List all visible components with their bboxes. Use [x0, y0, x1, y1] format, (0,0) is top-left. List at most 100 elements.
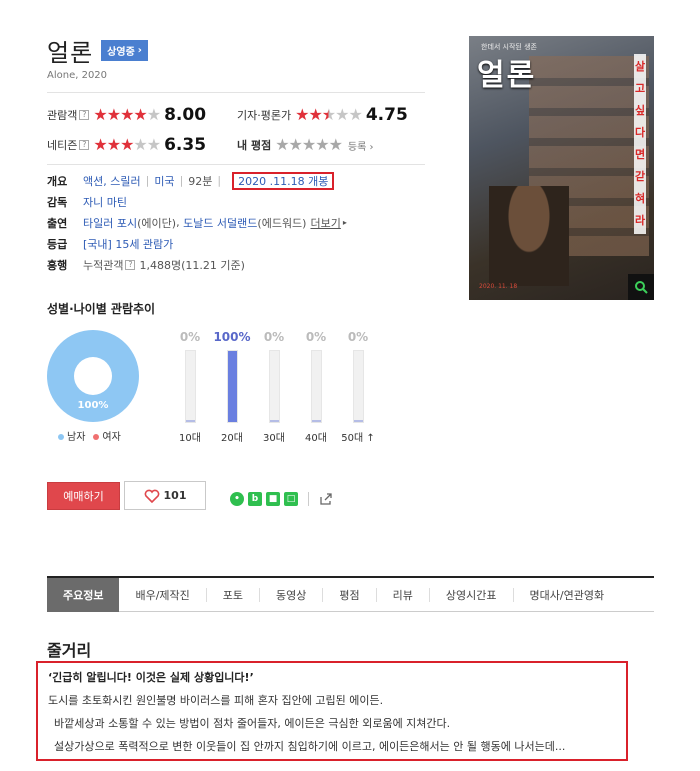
info-row-grade: 등급 [국내] 15세 관람가	[47, 233, 427, 254]
tab-3[interactable]: 동영상	[260, 587, 324, 602]
critics-score: 4.75	[365, 105, 408, 125]
plot-line: 도시를 초토화시킨 원인불명 바이러스를 피해 혼자 집안에 고립된 에이든.	[48, 694, 384, 707]
netizen-stars: ★★★★★	[93, 135, 161, 154]
rating-row-1: 관람객 ? ★★★★★ 8.00 기자·평론가 ★★★★★ 4.75	[47, 100, 427, 130]
grade-link[interactable]: [국내] 15세 관람가	[83, 236, 173, 252]
divider	[47, 92, 425, 93]
divider	[47, 164, 425, 165]
critics-stars: ★★★★★	[295, 105, 363, 124]
chevron-right-icon: ›	[137, 45, 142, 56]
info-row-director: 감독 자니 마틴	[47, 191, 427, 212]
status-badge-label: 상영중	[107, 47, 135, 58]
cast-key: 출연	[47, 216, 68, 230]
age-bar-4: 0% 50대 ↑	[338, 330, 378, 444]
poster-side-char: 면	[634, 148, 646, 161]
divider	[308, 492, 309, 506]
age-pct-label: 0%	[179, 330, 201, 344]
release-date[interactable]: 2020 .11.18 개봉	[232, 171, 335, 190]
legend-male: 남자	[58, 428, 85, 443]
poster-side-char: 다	[634, 126, 646, 139]
movie-poster[interactable]: 한데서 시작된 생존 얼론 살고싶다면갇혀라 2020. 11. 18	[469, 36, 654, 300]
age-bar-track	[352, 350, 364, 423]
tab-1[interactable]: 배우/제작진	[119, 587, 207, 602]
like-button[interactable]: 101	[124, 481, 206, 510]
magnifier-icon	[635, 281, 648, 294]
age-bar-3: 0% 40대	[296, 330, 336, 444]
cast-1-role: (에이단)	[137, 216, 177, 230]
genre-link[interactable]: 액션, 스릴러	[83, 173, 141, 189]
help-icon[interactable]: ?	[79, 110, 90, 120]
age-bar-0: 0% 10대	[170, 330, 210, 444]
audience-stars: ★★★★★	[93, 105, 161, 124]
share-icon[interactable]	[319, 492, 333, 506]
gender-pct-label: 100%	[77, 400, 109, 411]
movie-info: 개요 액션, 스릴러 | 미국 | 92분 | 2020 .11.18 개봉 감…	[47, 170, 427, 275]
age-bar-track	[184, 350, 196, 423]
age-label: 20대	[221, 433, 243, 444]
age-bar-fill	[353, 419, 363, 422]
info-tabs: 주요정보 배우/제작진 포토 동영상 평점 리뷰 상영시간표 명대사/연관영화	[47, 576, 654, 612]
age-bar-track	[268, 350, 280, 423]
tab-7[interactable]: 명대사/연관영화	[514, 588, 621, 602]
poster-side-char: 라	[634, 214, 646, 227]
age-bar-fill	[311, 419, 321, 422]
title-row: 얼론 상영중 ›	[47, 33, 148, 68]
my-rating-stars[interactable]: ★★★★★	[275, 137, 343, 153]
director-key: 감독	[47, 195, 68, 209]
director-link[interactable]: 자니 마틴	[83, 194, 127, 210]
help-icon[interactable]: ?	[79, 140, 90, 150]
age-label: 10대	[179, 433, 201, 444]
share-bar: • b ■ □	[230, 492, 333, 506]
poster-title: 얼론	[477, 58, 537, 93]
tab-6[interactable]: 상영시간표	[430, 587, 514, 602]
age-bar-2: 0% 30대	[254, 330, 294, 444]
gender-donut-chart: 100%	[47, 330, 139, 422]
age-label: 50대 ↑	[341, 433, 375, 444]
tab-0[interactable]: 주요정보	[47, 577, 120, 612]
netizen-label: 네티즌	[47, 139, 78, 152]
zoom-button[interactable]	[628, 274, 654, 300]
poster-side-text: 살고싶다면갇혀라	[634, 54, 646, 234]
cast-1-link[interactable]: 타일러 포시	[83, 215, 137, 231]
blog-share-icon[interactable]: ■	[266, 492, 280, 506]
info-row-cast: 출연 타일러 포시 (에이단), 도날드 서덜랜드 (에드워드) 더보기 ▸	[47, 215, 347, 231]
ratings-section: 관람객 ? ★★★★★ 8.00 기자·평론가 ★★★★★ 4.75 네티즌 ?…	[47, 100, 427, 160]
cast-2-link[interactable]: 도날드 서덜랜드	[183, 215, 257, 231]
caret-right-icon: ▸	[342, 218, 347, 227]
critics-label: 기자·평론가	[237, 109, 292, 122]
poster-figure	[489, 186, 569, 286]
age-bar-fill	[269, 419, 279, 422]
age-label: 30대	[263, 433, 285, 444]
age-pct-label: 0%	[263, 330, 285, 344]
age-bar-track	[226, 350, 238, 423]
boxoffice-label: 누적관객	[83, 258, 124, 272]
age-bar-track	[310, 350, 322, 423]
plot-lead: ‘긴급히 알립니다! 이것은 실제 상황입니다!’	[48, 671, 254, 684]
info-row-overview: 개요 액션, 스릴러 | 미국 | 92분 | 2020 .11.18 개봉	[47, 170, 427, 191]
audience-rating: 관람객 ? ★★★★★ 8.00	[47, 105, 237, 125]
poster-side-char: 고	[634, 82, 646, 95]
demographics-title: 성별·나이별 관람추이	[47, 302, 156, 316]
poster-date: 2020. 11. 18	[479, 283, 518, 290]
cafe-share-icon[interactable]: □	[284, 492, 298, 506]
boxoffice-value: 1,488명(11.21 기준)	[139, 258, 245, 272]
movie-title: 얼론	[47, 39, 94, 67]
tab-4[interactable]: 평점	[323, 587, 377, 602]
buy-ticket-button[interactable]: 예매하기	[47, 482, 120, 510]
tab-5[interactable]: 리뷰	[377, 587, 430, 602]
cast-more-link[interactable]: 더보기	[310, 215, 340, 231]
help-icon[interactable]: ?	[125, 259, 136, 270]
plot-line: 바깥세상과 소통할 수 있는 방법이 점차 줄어들자, 에이든은 극심한 외로움…	[54, 717, 451, 730]
plot-line: 설상가상으로 폭력적으로 변한 이웃들이 집 안까지 침입하기에 이르고, 에이…	[54, 740, 566, 753]
status-badge[interactable]: 상영중 ›	[101, 40, 148, 61]
poster-side-char: 살	[634, 60, 646, 73]
register-rating-link[interactable]: 등록 ›	[348, 138, 374, 153]
info-row-boxoffice: 흥행 누적관객 ? 1,488명(11.21 기준)	[47, 254, 427, 275]
age-bar-1: 100% 20대	[212, 330, 252, 444]
chat-share-icon[interactable]: •	[230, 492, 244, 506]
netizen-score: 6.35	[164, 135, 207, 155]
runtime: 92분	[188, 174, 213, 188]
band-share-icon[interactable]: b	[248, 492, 262, 506]
tab-2[interactable]: 포토	[207, 587, 261, 602]
country-link[interactable]: 미국	[154, 173, 174, 189]
